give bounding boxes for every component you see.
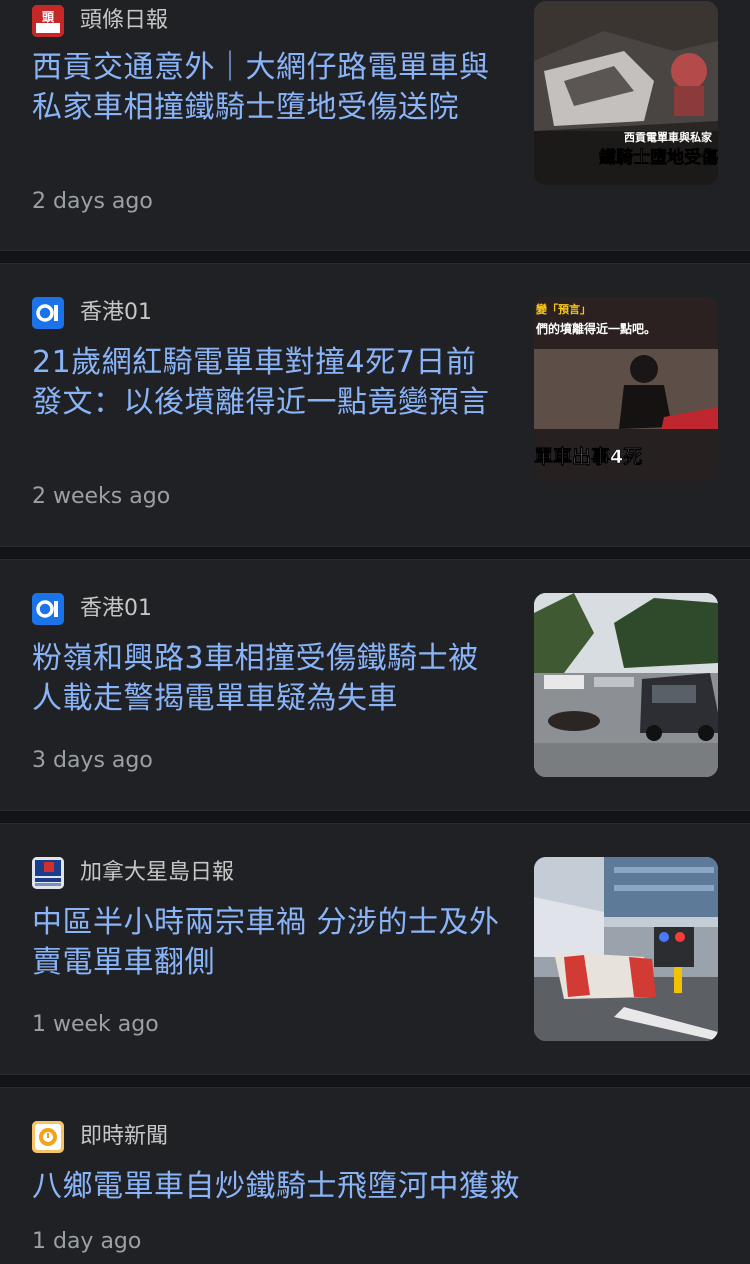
svg-text:頭: 頭 xyxy=(42,10,55,24)
thumbnail-caption: 變「預言」 xyxy=(536,302,591,316)
article-headline[interactable]: 西貢交通意外｜大網仔路電單車與私家車相撞鐵騎士墮地受傷送院 xyxy=(32,48,502,128)
news-card-5[interactable]: 即時新聞 八鄉電單車自炒鐵騎士飛墮河中獲救 1 day ago xyxy=(0,1087,750,1264)
article-headline[interactable]: 21歲網紅騎電單車對撞4死7日前發文：以後墳離得近一點竟變預言 xyxy=(32,343,502,423)
headline-daily-logo-icon: 頭 xyxy=(32,5,64,37)
article-headline[interactable]: 八鄉電單車自炒鐵騎士飛墮河中獲救 xyxy=(32,1167,592,1207)
hk01-logo-icon xyxy=(32,593,64,625)
article-headline[interactable]: 粉嶺和興路3車相撞受傷鐵騎士被人載走警揭電單車疑為失車 xyxy=(32,639,502,719)
source-row: 即時新聞 xyxy=(32,1121,168,1153)
thumbnail-caption: 們的墳離得近一點吧。 xyxy=(535,321,656,336)
source-row: 加拿大星島日報 xyxy=(32,857,234,889)
news-card-3[interactable]: 香港01 粉嶺和興路3車相撞受傷鐵騎士被人載走警揭電單車疑為失車 3 days … xyxy=(0,559,750,811)
news-card-2[interactable]: 香港01 21歲網紅騎電單車對撞4死7日前發文：以後墳離得近一點竟變預言 2 w… xyxy=(0,263,750,547)
source-name: 香港01 xyxy=(80,300,152,325)
news-card-1[interactable]: 頭 頭條日報 西貢交通意外｜大網仔路電單車與私家車相撞鐵騎士墮地受傷送院 2 d… xyxy=(0,0,750,251)
article-timestamp: 2 days ago xyxy=(32,189,153,214)
thumbnail-caption: 單車出事4死 xyxy=(534,445,642,468)
source-row: 頭 頭條日報 xyxy=(32,5,168,37)
article-timestamp: 1 week ago xyxy=(32,1012,159,1037)
article-headline[interactable]: 中區半小時兩宗車禍 分涉的士及外賣電單車翻側 xyxy=(32,903,502,983)
thumbnail-caption: 鐵騎士墮地受傷 xyxy=(599,147,718,168)
instant-news-logo-icon xyxy=(32,1121,64,1153)
source-row: 香港01 xyxy=(32,297,152,329)
source-name: 加拿大星島日報 xyxy=(80,860,235,885)
article-timestamp: 2 weeks ago xyxy=(32,484,171,509)
hk01-logo-icon xyxy=(32,297,64,329)
article-timestamp: 3 days ago xyxy=(32,748,153,773)
article-thumbnail[interactable] xyxy=(534,857,718,1041)
article-thumbnail[interactable]: 西貢電單車與私家 鐵騎士墮地受傷 xyxy=(534,1,718,185)
article-thumbnail[interactable]: 變「預言」 們的墳離得近一點吧。 單車出事4死 xyxy=(534,297,718,481)
source-name: 香港01 xyxy=(80,596,152,621)
source-name: 頭條日報 xyxy=(80,8,169,33)
thumbnail-caption: 西貢電單車與私家 xyxy=(624,130,713,144)
news-feed: 頭 頭條日報 西貢交通意外｜大網仔路電單車與私家車相撞鐵騎士墮地受傷送院 2 d… xyxy=(0,0,750,1264)
article-timestamp: 1 day ago xyxy=(32,1229,142,1254)
news-card-4[interactable]: 加拿大星島日報 中區半小時兩宗車禍 分涉的士及外賣電單車翻側 1 week ag… xyxy=(0,823,750,1075)
source-row: 香港01 xyxy=(32,593,152,625)
singtao-canada-logo-icon xyxy=(32,857,64,889)
article-thumbnail[interactable] xyxy=(534,593,718,777)
source-name: 即時新聞 xyxy=(80,1124,169,1149)
